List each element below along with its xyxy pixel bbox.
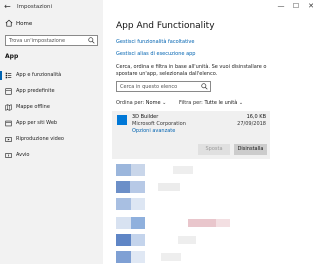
app-size: 16,0 KB	[246, 114, 266, 120]
blurred-app-tile	[116, 198, 131, 210]
filter-value: Tutte le unità	[204, 100, 238, 106]
close-button[interactable]: ✕	[306, 1, 316, 11]
uninstall-button[interactable]: Disinstalla	[234, 144, 267, 155]
blurred-app-tile	[116, 217, 131, 229]
home-label: Home	[16, 21, 33, 27]
blurred-app-tile	[131, 251, 145, 263]
back-arrow-icon[interactable]: ←	[4, 3, 11, 11]
blurred-app-tile	[131, 217, 145, 229]
description-text: Cerca, ordina e filtra in base all'unità…	[116, 64, 291, 78]
app-publisher: Microsoft Corporation	[132, 121, 186, 127]
selected-app-item[interactable]: 3D Builder Microsoft Corporation Opzioni…	[112, 111, 270, 159]
settings-window: ← Impostazioni — ☐ ✕ Home Trova un'impos…	[0, 0, 320, 264]
manage-app-aliases-link[interactable]: Gestisci alias di esecuzione app	[116, 51, 196, 58]
description-line: spostare un'app, selezionala dall'elenco…	[116, 71, 218, 77]
minimize-button[interactable]: —	[276, 1, 286, 11]
blurred-app-tile	[116, 164, 131, 176]
sidebar-item-label: Avvio	[16, 152, 30, 158]
apps-list-icon	[5, 72, 12, 79]
app-name: 3D Builder	[132, 114, 159, 120]
sidebar-item-label: Riproduzione video	[16, 136, 64, 142]
apps-for-websites-icon	[5, 120, 12, 127]
sort-by-dropdown[interactable]: Ordina per: Nome ⌄	[116, 99, 166, 107]
filter-label: Filtra per:	[179, 100, 203, 106]
settings-search-input[interactable]: Trova un'impostazione	[5, 35, 98, 46]
blurred-app-tile	[116, 181, 130, 193]
startup-icon	[5, 153, 12, 158]
window-title: Impostazioni	[17, 4, 53, 10]
maximize-button[interactable]: ☐	[291, 1, 301, 11]
sidebar-item-default-apps[interactable]: App predefinite	[0, 86, 103, 97]
chevron-down-icon: ⌄	[238, 100, 244, 106]
description-line: Cerca, ordina e filtra in base all'unità…	[116, 64, 267, 70]
blurred-app-text	[178, 236, 196, 244]
sidebar-section-label: App	[5, 53, 19, 60]
offline-maps-icon	[5, 104, 12, 111]
search-icon	[88, 37, 95, 44]
search-icon	[201, 83, 208, 90]
sidebar-item-apps-for-websites[interactable]: App per siti Web	[0, 118, 103, 129]
sidebar-item-video-playback[interactable]: Riproduzione video	[0, 134, 103, 145]
advanced-options-link[interactable]: Opzioni avanzate	[132, 128, 175, 135]
page-title: App And Functionality	[116, 21, 215, 31]
main-content: App And Functionality Gestisci funzional…	[103, 14, 320, 264]
blurred-app-tile	[116, 234, 131, 246]
sidebar-item-offline-maps[interactable]: Mappe offline	[0, 102, 103, 113]
blurred-app-tile	[131, 234, 145, 246]
app-list-search-placeholder: Cerca in questo elenco	[120, 84, 178, 90]
sidebar-item-startup[interactable]: Avvio	[0, 150, 103, 161]
blurred-app-text	[161, 253, 181, 261]
app-install-date: 27/09/2018	[237, 121, 266, 127]
sidebar-item-label: App predefinite	[16, 88, 55, 94]
chevron-down-icon: ⌄	[162, 100, 167, 106]
blurred-app-tile	[116, 251, 131, 263]
selection-indicator	[0, 71, 2, 80]
video-playback-icon	[5, 137, 12, 142]
blurred-app-text	[158, 183, 180, 191]
home-icon	[5, 19, 13, 27]
filter-by-dropdown[interactable]: Filtra per: Tutte le unità ⌄	[179, 99, 243, 107]
sidebar-item-apps-features[interactable]: App e funzionalità	[0, 70, 103, 81]
app-tile-icon	[117, 115, 127, 125]
sort-value: Nome	[145, 100, 161, 106]
app-list-search-input[interactable]: Cerca in questo elenco	[116, 81, 211, 92]
default-apps-icon	[5, 88, 12, 95]
sidebar-item-label: App e funzionalità	[16, 72, 62, 78]
manage-optional-features-link[interactable]: Gestisci funzionalità facoltative	[116, 39, 194, 46]
sidebar-item-label: Mappe offline	[16, 104, 50, 110]
blurred-app-tile	[131, 198, 145, 210]
blurred-app-tile	[130, 181, 145, 193]
move-button[interactable]: Sposta	[198, 144, 230, 155]
sidebar-item-label: App per siti Web	[16, 120, 58, 126]
blurred-app-text	[188, 219, 216, 227]
blurred-app-text	[173, 166, 193, 174]
settings-search-placeholder: Trova un'impostazione	[9, 38, 66, 44]
blurred-app-tile	[131, 164, 145, 176]
sort-label: Ordina per:	[116, 100, 145, 106]
home-nav-item[interactable]: Home	[0, 18, 103, 30]
blurred-app-text	[216, 219, 230, 227]
title-bar: ← Impostazioni — ☐ ✕	[0, 0, 320, 14]
